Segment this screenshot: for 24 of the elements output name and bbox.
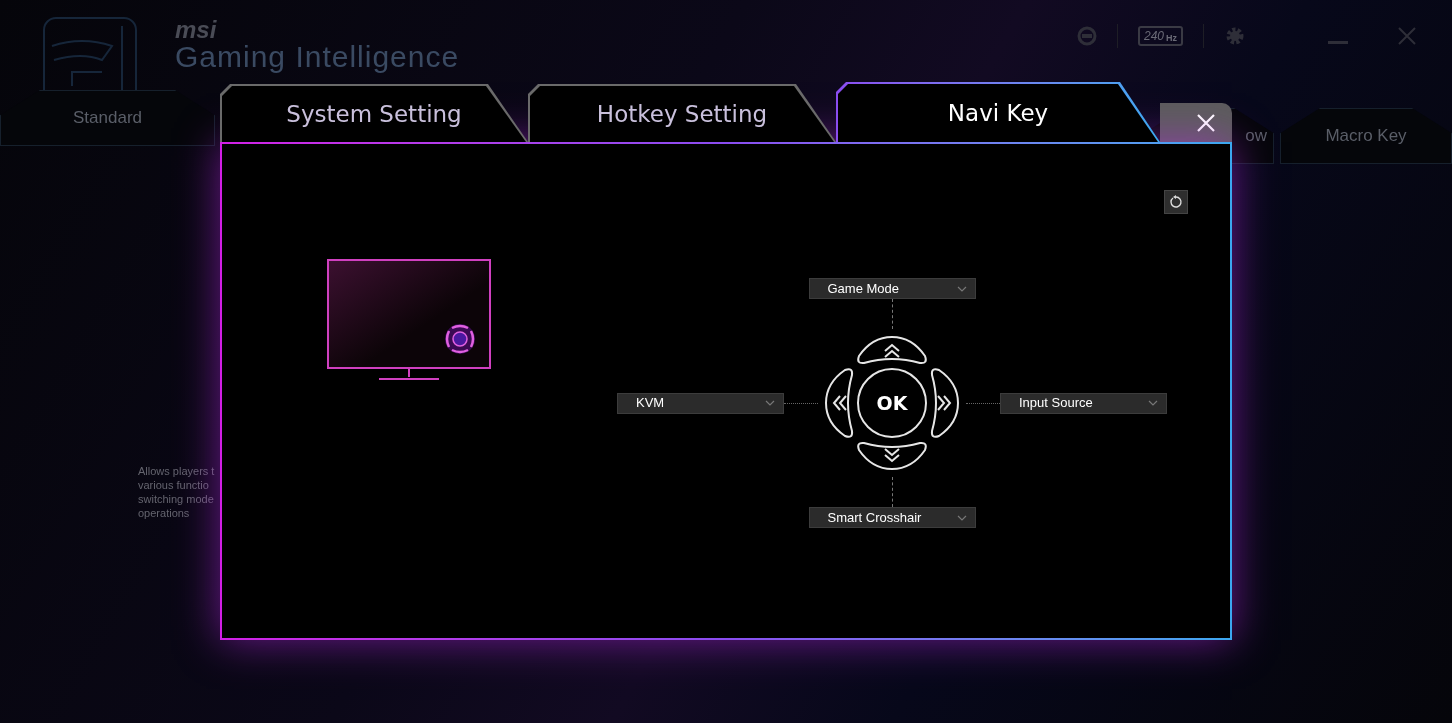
dialog-tab[interactable]: System Setting bbox=[220, 84, 528, 142]
refresh-rate-badge[interactable]: 240 Hz bbox=[1137, 26, 1183, 46]
close-icon bbox=[1197, 113, 1215, 132]
left-pad-button[interactable] bbox=[825, 368, 854, 438]
action-dropdown[interactable]: Smart Crosshair bbox=[808, 507, 976, 528]
right-pad-button[interactable] bbox=[930, 368, 959, 438]
chevron-down-icon bbox=[956, 514, 967, 521]
down-pad-button[interactable] bbox=[857, 441, 927, 470]
dialog-tab[interactable]: Navi Key bbox=[836, 82, 1160, 142]
chevron-down-icon bbox=[765, 400, 775, 406]
chevron-down-icon bbox=[1148, 400, 1158, 406]
up-pad-button[interactable] bbox=[857, 336, 927, 365]
action-dropdown[interactable]: Game Mode bbox=[808, 278, 976, 299]
action-dropdown[interactable]: KVM bbox=[617, 392, 784, 414]
brand-logo: msi bbox=[175, 18, 217, 42]
feature-description: Allows players t various functio switching mode operations bbox=[138, 464, 215, 520]
app-title: Gaming Intelligence bbox=[175, 42, 460, 72]
ok-button[interactable]: OK bbox=[857, 368, 927, 438]
reset-button[interactable] bbox=[1164, 190, 1188, 214]
reset-icon bbox=[1169, 195, 1183, 209]
close-button[interactable] bbox=[1160, 103, 1232, 142]
dialog-tab[interactable]: Hotkey Setting bbox=[528, 84, 836, 142]
action-dropdown[interactable]: Input Source bbox=[1000, 392, 1167, 414]
chevron-down-icon bbox=[956, 285, 967, 292]
